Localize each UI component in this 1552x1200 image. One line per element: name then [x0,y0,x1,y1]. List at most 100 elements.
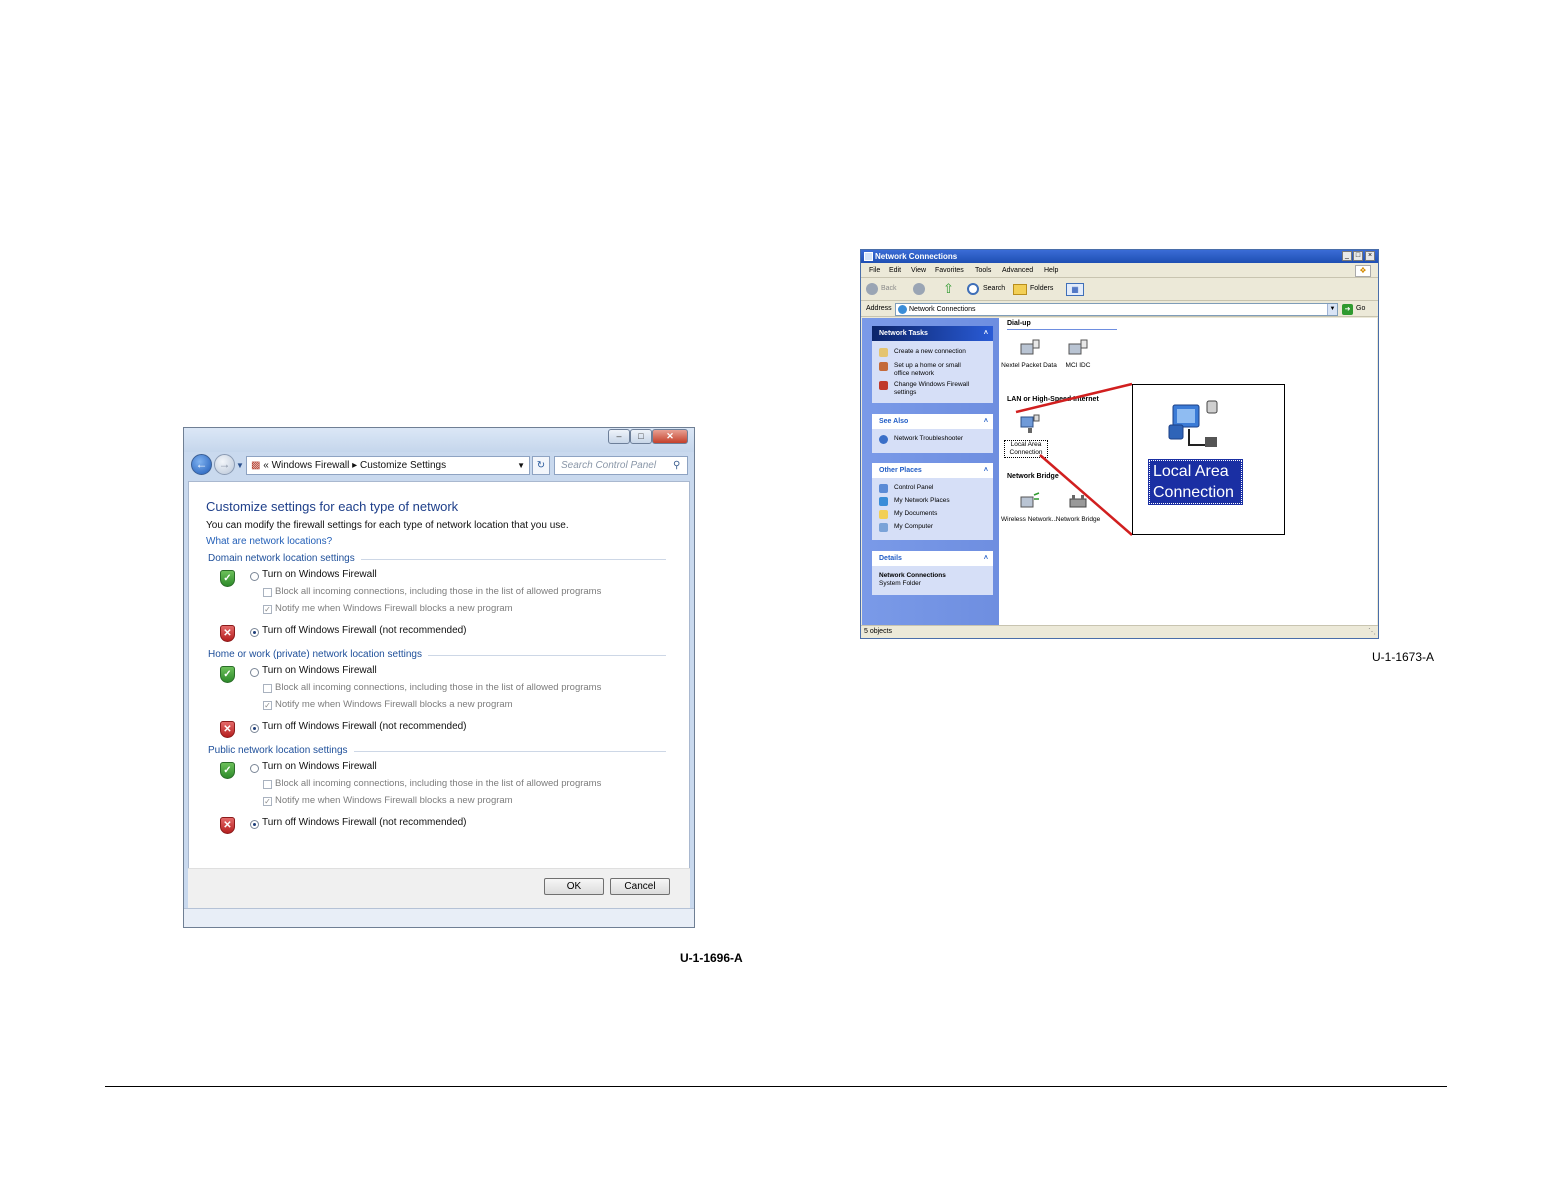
address-dropdown-icon[interactable]: ▼ [1327,304,1337,315]
back-arrow-icon[interactable]: ← [191,454,212,475]
ok-button[interactable]: OK [544,878,604,895]
address-input[interactable]: Network Connections ▼ [895,303,1338,316]
link-my-network-places[interactable]: My Network Places [894,497,950,505]
new-connection-icon [879,348,888,357]
private-turn-on-radio[interactable] [250,668,259,677]
navigation-bar: ← → ▼ ▩ « Windows Firewall ▸ Customize S… [184,452,694,480]
task-setup-home-network[interactable]: Set up a home or small office network [894,362,972,378]
breadcrumb-prefix: « [263,460,269,471]
address-dropdown-icon[interactable]: ▼ [517,457,525,474]
details-header[interactable]: Details ˄ [872,551,993,566]
maximize-button[interactable]: □ [630,429,652,444]
documents-folder-icon [879,510,888,519]
search-button[interactable]: Search [983,285,1005,292]
collapse-chevron-icon[interactable]: ˄ [984,551,988,566]
forward-icon[interactable] [913,283,925,295]
connection-lan-label[interactable]: Local Area Connection [1004,440,1048,458]
connection-bridge-label[interactable]: Network Bridge [1048,516,1108,524]
network-locations-help-link[interactable]: What are network locations? [206,536,332,547]
status-object-count: 5 objects [864,628,893,635]
close-button[interactable]: ✕ [652,429,688,444]
public-notify-checkbox[interactable]: ✓ [263,797,272,806]
public-block-all-checkbox[interactable] [263,780,272,789]
page-title: Customize settings for each type of netw… [206,499,459,514]
see-also-header[interactable]: See Also ˄ [872,414,993,429]
menu-favorites[interactable]: Favorites [935,267,964,274]
menu-help[interactable]: Help [1044,267,1058,274]
other-places-header[interactable]: Other Places ˄ [872,463,993,478]
private-notify-label: Notify me when Windows Firewall blocks a… [275,699,513,710]
details-name: Network Connections [879,572,946,579]
menu-tools[interactable]: Tools [975,267,991,274]
search-icon[interactable] [967,283,979,295]
search-input[interactable]: Search Control Panel [554,456,688,475]
forward-arrow-icon[interactable]: → [214,454,235,475]
folders-button[interactable]: Folders [1030,285,1053,292]
public-turn-on-radio[interactable] [250,764,259,773]
views-icon[interactable]: ▦ [1066,283,1084,296]
task-create-connection[interactable]: Create a new connection [894,348,966,356]
go-button[interactable]: Go [1356,305,1365,312]
menu-view[interactable]: View [911,267,926,274]
back-icon[interactable] [866,283,878,295]
public-turn-off-radio[interactable] [250,820,259,829]
link-my-computer[interactable]: My Computer [894,523,933,531]
minimize-button[interactable]: _ [1342,251,1352,261]
lan-connection-icon[interactable] [1019,413,1041,435]
details-panel: Details ˄ Network Connections System Fol… [872,551,993,595]
network-tasks-header[interactable]: Network Tasks ˄ [872,326,993,341]
search-icon[interactable]: ⚲ [673,460,680,471]
collapse-chevron-icon[interactable]: ˄ [984,326,988,341]
dialup-connection-icon[interactable] [1019,338,1041,360]
details-title: Details [879,555,902,562]
domain-turn-on-label: Turn on Windows Firewall [262,569,377,580]
link-network-troubleshooter[interactable]: Network Troubleshooter [894,435,963,443]
breadcrumb[interactable]: ▩ « Windows Firewall ▸ Customize Setting… [246,456,530,475]
domain-turn-off-radio[interactable] [250,628,259,637]
menu-bar: File Edit View Favorites Tools Advanced … [861,264,1378,278]
group-lan-title: LAN or High-Speed Internet [1007,396,1099,403]
menu-edit[interactable]: Edit [889,267,901,274]
go-arrow-icon[interactable]: ➜ [1342,304,1353,315]
task-change-firewall[interactable]: Change Windows Firewall settings [894,381,980,397]
help-icon [879,435,888,444]
network-bridge-icon[interactable] [1067,491,1089,513]
home-network-icon [879,362,888,371]
close-button[interactable]: × [1365,251,1375,261]
domain-block-all-checkbox[interactable] [263,588,272,597]
maximize-button[interactable]: □ [1353,251,1363,261]
cancel-button[interactable]: Cancel [610,878,670,895]
collapse-chevron-icon[interactable]: ˄ [984,463,988,478]
shield-check-icon: ✓ [220,666,235,683]
folders-icon[interactable] [1013,284,1027,295]
breadcrumb-separator[interactable]: ▸ [352,460,357,471]
up-folder-icon[interactable]: ⇧ [943,281,957,297]
resize-grip-icon[interactable]: ⋱ [1368,626,1376,638]
minimize-button[interactable]: – [608,429,630,444]
domain-notify-checkbox[interactable]: ✓ [263,605,272,614]
menu-file[interactable]: File [869,267,880,274]
link-my-documents[interactable]: My Documents [894,510,937,518]
shield-check-icon: ✓ [220,570,235,587]
private-block-all-checkbox[interactable] [263,684,272,693]
link-control-panel[interactable]: Control Panel [894,484,933,492]
collapse-chevron-icon[interactable]: ˄ [984,414,988,429]
recent-pages-dropdown-icon[interactable]: ▼ [236,461,244,470]
public-turn-on-label: Turn on Windows Firewall [262,761,377,772]
wireless-connection-icon[interactable] [1019,491,1041,513]
lan-connection-icon [1168,400,1218,447]
menu-advanced[interactable]: Advanced [1002,267,1033,274]
other-places-panel: Other Places ˄ Control Panel My Network … [872,463,993,540]
refresh-icon[interactable]: ↻ [532,456,550,475]
breadcrumb-customize-settings[interactable]: Customize Settings [360,460,446,471]
toolbar: Back ⇧ Search Folders ▦ [861,279,1378,301]
domain-turn-on-radio[interactable] [250,572,259,581]
back-button[interactable]: Back [881,285,897,292]
breadcrumb-windows-firewall[interactable]: Windows Firewall [272,460,350,471]
private-notify-checkbox[interactable]: ✓ [263,701,272,710]
connection-mci-label[interactable]: MCI IDC [1048,362,1108,370]
domain-turn-off-label: Turn off Windows Firewall (not recommend… [262,625,467,636]
status-bar [184,908,694,927]
private-turn-off-radio[interactable] [250,724,259,733]
dialup-connection-icon[interactable] [1067,338,1089,360]
